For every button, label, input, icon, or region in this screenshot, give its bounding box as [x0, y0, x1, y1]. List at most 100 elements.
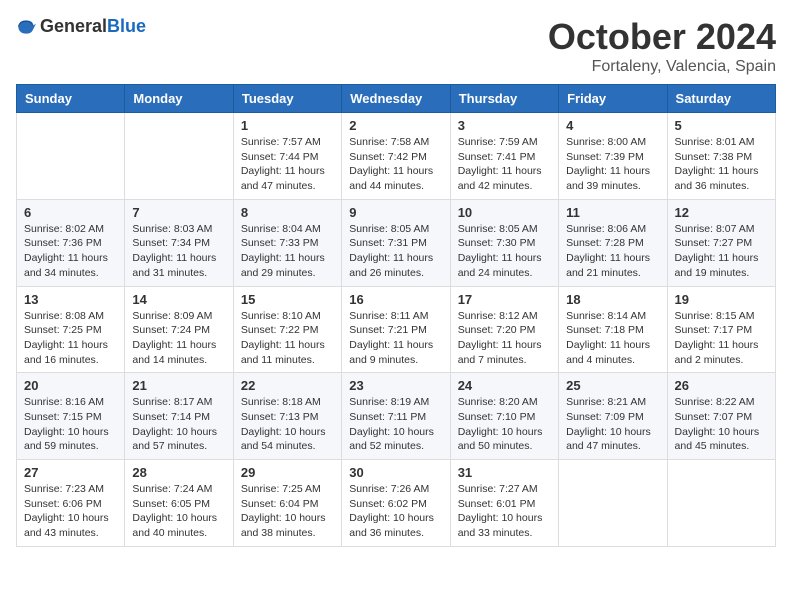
- calendar-cell: 6 Sunrise: 8:02 AMSunset: 7:36 PMDaylight…: [17, 199, 125, 286]
- day-number: 24: [458, 378, 551, 393]
- calendar-cell: 28 Sunrise: 7:24 AMSunset: 6:05 PMDayligh…: [125, 460, 233, 547]
- day-info: Sunrise: 7:57 AMSunset: 7:44 PMDaylight:…: [241, 135, 334, 194]
- day-info: Sunrise: 7:26 AMSunset: 6:02 PMDaylight:…: [349, 482, 442, 541]
- day-number: 17: [458, 292, 551, 307]
- day-number: 11: [566, 205, 659, 220]
- day-number: 8: [241, 205, 334, 220]
- day-number: 26: [675, 378, 768, 393]
- calendar-cell: 27 Sunrise: 7:23 AMSunset: 6:06 PMDayligh…: [17, 460, 125, 547]
- weekday-header-wednesday: Wednesday: [342, 85, 450, 113]
- day-info: Sunrise: 7:24 AMSunset: 6:05 PMDaylight:…: [132, 482, 225, 541]
- calendar-week-5: 27 Sunrise: 7:23 AMSunset: 6:06 PMDayligh…: [17, 460, 776, 547]
- day-info: Sunrise: 8:17 AMSunset: 7:14 PMDaylight:…: [132, 395, 225, 454]
- day-info: Sunrise: 8:11 AMSunset: 7:21 PMDaylight:…: [349, 309, 442, 368]
- calendar-cell: [559, 460, 667, 547]
- calendar-cell: 1 Sunrise: 7:57 AMSunset: 7:44 PMDaylight…: [233, 113, 341, 200]
- day-number: 4: [566, 118, 659, 133]
- day-info: Sunrise: 7:58 AMSunset: 7:42 PMDaylight:…: [349, 135, 442, 194]
- day-number: 5: [675, 118, 768, 133]
- weekday-header-sunday: Sunday: [17, 85, 125, 113]
- month-title: October 2024: [548, 16, 776, 58]
- day-number: 14: [132, 292, 225, 307]
- day-number: 10: [458, 205, 551, 220]
- logo-icon: [16, 17, 36, 37]
- day-info: Sunrise: 8:15 AMSunset: 7:17 PMDaylight:…: [675, 309, 768, 368]
- logo-text: GeneralBlue: [40, 16, 146, 37]
- logo: GeneralBlue: [16, 16, 146, 37]
- calendar-cell: [125, 113, 233, 200]
- calendar-table: SundayMondayTuesdayWednesdayThursdayFrid…: [16, 84, 776, 547]
- weekday-header-monday: Monday: [125, 85, 233, 113]
- day-info: Sunrise: 8:19 AMSunset: 7:11 PMDaylight:…: [349, 395, 442, 454]
- day-info: Sunrise: 8:09 AMSunset: 7:24 PMDaylight:…: [132, 309, 225, 368]
- day-number: 22: [241, 378, 334, 393]
- day-number: 13: [24, 292, 117, 307]
- calendar-cell: 22 Sunrise: 8:18 AMSunset: 7:13 PMDayligh…: [233, 373, 341, 460]
- calendar-cell: 14 Sunrise: 8:09 AMSunset: 7:24 PMDayligh…: [125, 286, 233, 373]
- day-number: 1: [241, 118, 334, 133]
- calendar-cell: [667, 460, 775, 547]
- day-info: Sunrise: 8:02 AMSunset: 7:36 PMDaylight:…: [24, 222, 117, 281]
- location-title: Fortaleny, Valencia, Spain: [548, 58, 776, 76]
- day-number: 12: [675, 205, 768, 220]
- day-number: 15: [241, 292, 334, 307]
- weekday-header-row: SundayMondayTuesdayWednesdayThursdayFrid…: [17, 85, 776, 113]
- day-info: Sunrise: 8:03 AMSunset: 7:34 PMDaylight:…: [132, 222, 225, 281]
- day-info: Sunrise: 8:05 AMSunset: 7:31 PMDaylight:…: [349, 222, 442, 281]
- calendar-body: 1 Sunrise: 7:57 AMSunset: 7:44 PMDaylight…: [17, 113, 776, 547]
- day-number: 30: [349, 465, 442, 480]
- calendar-cell: 15 Sunrise: 8:10 AMSunset: 7:22 PMDayligh…: [233, 286, 341, 373]
- calendar-week-4: 20 Sunrise: 8:16 AMSunset: 7:15 PMDayligh…: [17, 373, 776, 460]
- calendar-week-2: 6 Sunrise: 8:02 AMSunset: 7:36 PMDaylight…: [17, 199, 776, 286]
- calendar-cell: 30 Sunrise: 7:26 AMSunset: 6:02 PMDayligh…: [342, 460, 450, 547]
- calendar-cell: 10 Sunrise: 8:05 AMSunset: 7:30 PMDayligh…: [450, 199, 558, 286]
- day-info: Sunrise: 8:12 AMSunset: 7:20 PMDaylight:…: [458, 309, 551, 368]
- day-info: Sunrise: 8:14 AMSunset: 7:18 PMDaylight:…: [566, 309, 659, 368]
- calendar-cell: 21 Sunrise: 8:17 AMSunset: 7:14 PMDayligh…: [125, 373, 233, 460]
- day-number: 19: [675, 292, 768, 307]
- day-info: Sunrise: 8:00 AMSunset: 7:39 PMDaylight:…: [566, 135, 659, 194]
- day-number: 7: [132, 205, 225, 220]
- calendar-cell: 4 Sunrise: 8:00 AMSunset: 7:39 PMDaylight…: [559, 113, 667, 200]
- weekday-header-thursday: Thursday: [450, 85, 558, 113]
- day-number: 2: [349, 118, 442, 133]
- calendar-cell: 20 Sunrise: 8:16 AMSunset: 7:15 PMDayligh…: [17, 373, 125, 460]
- day-number: 31: [458, 465, 551, 480]
- day-number: 28: [132, 465, 225, 480]
- page-header: GeneralBlue October 2024 Fortaleny, Vale…: [16, 16, 776, 76]
- day-info: Sunrise: 8:21 AMSunset: 7:09 PMDaylight:…: [566, 395, 659, 454]
- calendar-cell: 23 Sunrise: 8:19 AMSunset: 7:11 PMDayligh…: [342, 373, 450, 460]
- day-info: Sunrise: 8:01 AMSunset: 7:38 PMDaylight:…: [675, 135, 768, 194]
- calendar-cell: 25 Sunrise: 8:21 AMSunset: 7:09 PMDayligh…: [559, 373, 667, 460]
- day-info: Sunrise: 7:27 AMSunset: 6:01 PMDaylight:…: [458, 482, 551, 541]
- day-info: Sunrise: 8:18 AMSunset: 7:13 PMDaylight:…: [241, 395, 334, 454]
- day-number: 29: [241, 465, 334, 480]
- day-number: 23: [349, 378, 442, 393]
- calendar-cell: 18Sunrise: 8:14 AMSunset: 7:18 PMDayligh…: [559, 286, 667, 373]
- day-number: 27: [24, 465, 117, 480]
- calendar-cell: 9Sunrise: 8:05 AMSunset: 7:31 PMDaylight…: [342, 199, 450, 286]
- day-info: Sunrise: 8:10 AMSunset: 7:22 PMDaylight:…: [241, 309, 334, 368]
- calendar-cell: 31 Sunrise: 7:27 AMSunset: 6:01 PMDayligh…: [450, 460, 558, 547]
- day-info: Sunrise: 8:16 AMSunset: 7:15 PMDaylight:…: [24, 395, 117, 454]
- day-number: 20: [24, 378, 117, 393]
- day-info: Sunrise: 8:08 AMSunset: 7:25 PMDaylight:…: [24, 309, 117, 368]
- day-info: Sunrise: 8:04 AMSunset: 7:33 PMDaylight:…: [241, 222, 334, 281]
- day-info: Sunrise: 7:25 AMSunset: 6:04 PMDaylight:…: [241, 482, 334, 541]
- day-info: Sunrise: 7:23 AMSunset: 6:06 PMDaylight:…: [24, 482, 117, 541]
- title-area: October 2024 Fortaleny, Valencia, Spain: [548, 16, 776, 76]
- day-number: 6: [24, 205, 117, 220]
- day-number: 25: [566, 378, 659, 393]
- day-info: Sunrise: 8:05 AMSunset: 7:30 PMDaylight:…: [458, 222, 551, 281]
- weekday-header-friday: Friday: [559, 85, 667, 113]
- calendar-cell: 12 Sunrise: 8:07 AMSunset: 7:27 PMDayligh…: [667, 199, 775, 286]
- calendar-cell: 16 Sunrise: 8:11 AMSunset: 7:21 PMDayligh…: [342, 286, 450, 373]
- calendar-cell: 7 Sunrise: 8:03 AMSunset: 7:34 PMDaylight…: [125, 199, 233, 286]
- day-number: 21: [132, 378, 225, 393]
- calendar-week-1: 1 Sunrise: 7:57 AMSunset: 7:44 PMDaylight…: [17, 113, 776, 200]
- day-info: Sunrise: 8:07 AMSunset: 7:27 PMDaylight:…: [675, 222, 768, 281]
- calendar-cell: 8 Sunrise: 8:04 AMSunset: 7:33 PMDaylight…: [233, 199, 341, 286]
- weekday-header-saturday: Saturday: [667, 85, 775, 113]
- day-number: 16: [349, 292, 442, 307]
- calendar-cell: 13 Sunrise: 8:08 AMSunset: 7:25 PMDayligh…: [17, 286, 125, 373]
